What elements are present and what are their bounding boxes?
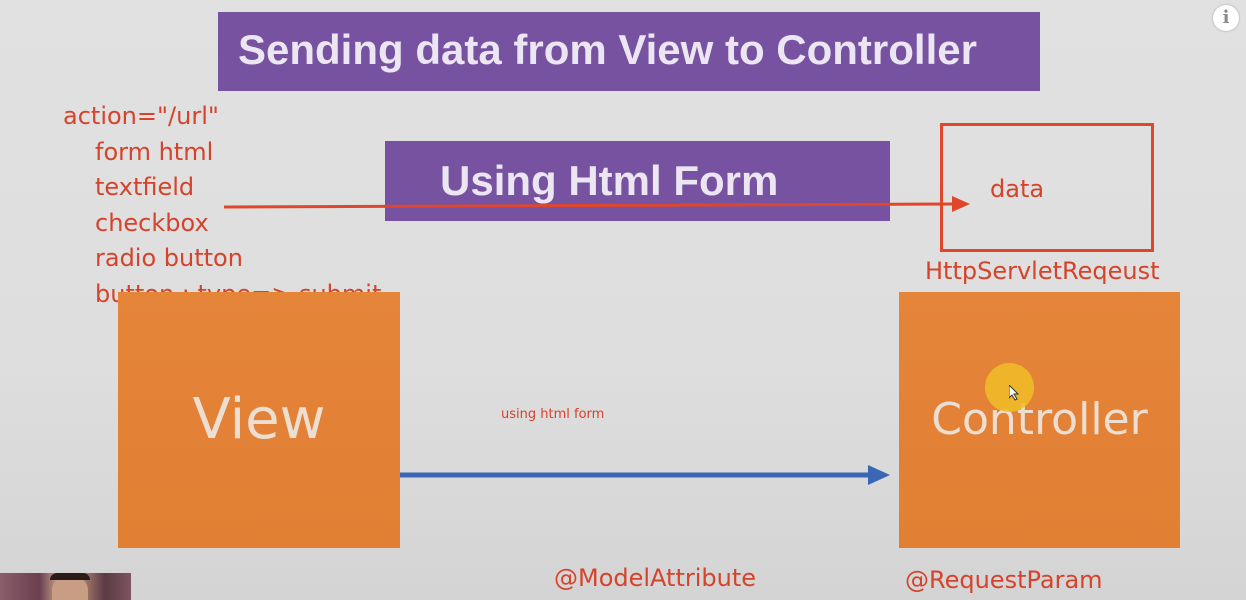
- presenter-hair: [50, 573, 90, 580]
- blue-arrow: [400, 465, 890, 485]
- info-icon[interactable]: i: [1213, 5, 1239, 31]
- mouse-cursor-icon: [1009, 385, 1020, 401]
- red-arrow: [223, 196, 970, 212]
- info-icon-glyph: i: [1222, 7, 1230, 28]
- arrows-layer: [223, 196, 970, 485]
- webcam-thumbnail: [0, 573, 131, 600]
